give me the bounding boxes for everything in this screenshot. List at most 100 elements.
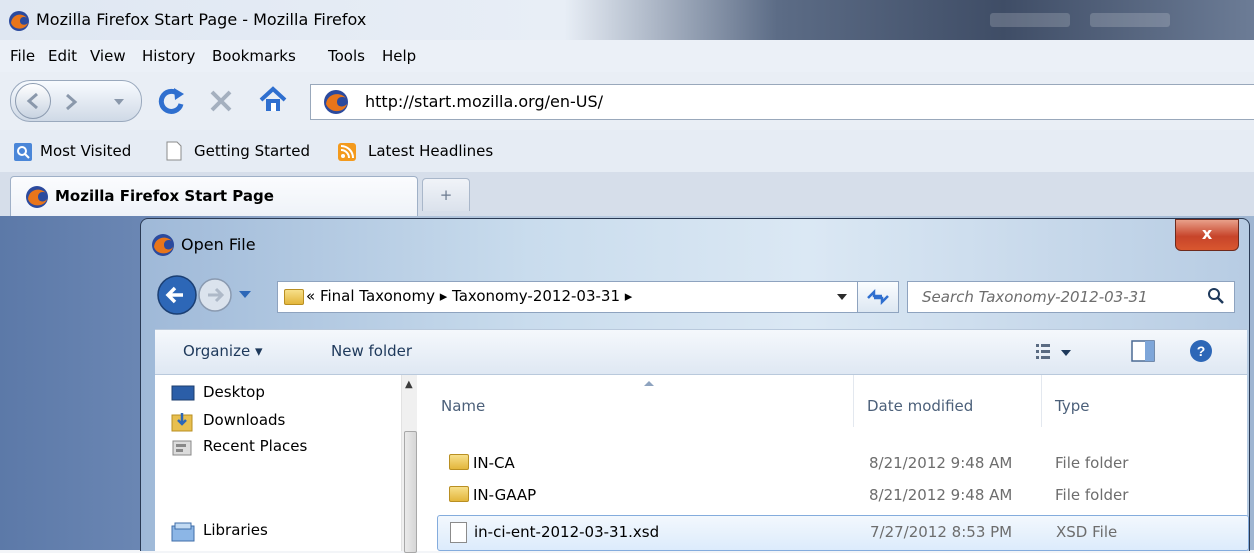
- column-header-type[interactable]: Type: [1055, 375, 1245, 427]
- file-date: 7/27/2012 8:53 PM: [870, 523, 1013, 541]
- file-type: File folder: [1055, 454, 1129, 472]
- nav-item-downloads[interactable]: Downloads: [203, 411, 285, 429]
- chevron-down-icon[interactable]: [836, 292, 848, 302]
- folder-icon: [284, 289, 304, 305]
- tab-start-page[interactable]: Mozilla Firefox Start Page: [10, 176, 418, 217]
- file-row[interactable]: IN-GAAP 8/21/2012 9:48 AM File folder: [441, 479, 1251, 513]
- back-forward-group: [10, 80, 142, 122]
- file-row[interactable]: IN-CA 8/21/2012 9:48 AM File folder: [441, 447, 1251, 481]
- menu-tools[interactable]: Tools: [328, 47, 365, 65]
- dialog-title: Open File: [181, 235, 256, 254]
- menu-bookmarks[interactable]: Bookmarks: [212, 47, 296, 65]
- menu-view[interactable]: View: [90, 47, 126, 65]
- file-date: 8/21/2012 9:48 AM: [869, 454, 1013, 472]
- folder-icon: [449, 486, 469, 502]
- tab-strip: Mozilla Firefox Start Page +: [0, 172, 1254, 217]
- breadcrumb-taxonomy-2012[interactable]: Taxonomy-2012-03-31: [452, 287, 620, 305]
- file-type: File folder: [1055, 486, 1129, 504]
- downloads-icon: [171, 413, 193, 432]
- window-caption-button[interactable]: [1090, 13, 1170, 27]
- page-icon: [166, 141, 182, 161]
- menu-bar: File Edit View History Bookmarks Tools H…: [0, 40, 1254, 72]
- window-titlebar: Mozilla Firefox Start Page - Mozilla Fir…: [0, 0, 1254, 40]
- desktop-icon: [171, 385, 195, 401]
- scroll-thumb[interactable]: [404, 431, 417, 553]
- preview-pane-icon[interactable]: [1131, 340, 1155, 362]
- breadcrumb-separator[interactable]: ▸: [440, 287, 448, 305]
- menu-help[interactable]: Help: [382, 47, 416, 65]
- refresh-arrows-icon: [867, 288, 889, 306]
- libraries-icon: [171, 522, 195, 542]
- bookmark-most-visited[interactable]: Most Visited: [40, 142, 131, 160]
- svg-text:?: ?: [1197, 343, 1206, 359]
- search-icon[interactable]: [1206, 286, 1226, 306]
- file-date: 8/21/2012 9:48 AM: [869, 486, 1013, 504]
- window-title: Mozilla Firefox Start Page - Mozilla Fir…: [36, 10, 367, 29]
- file-name: in-ci-ent-2012-03-31.xsd: [474, 523, 660, 541]
- organize-button[interactable]: Organize ▾: [183, 342, 263, 360]
- bookmark-getting-started[interactable]: Getting Started: [194, 142, 310, 160]
- column-header-date[interactable]: Date modified: [867, 375, 1027, 427]
- firefox-dialog-icon: [152, 234, 174, 256]
- file-list: Name Date modified Type IN-CA 8/21/2012 …: [417, 375, 1249, 551]
- history-dropdown-icon[interactable]: [113, 97, 125, 107]
- open-file-dialog: Open File x « Final Taxonomy ▸ Taxonomy-…: [140, 218, 1250, 553]
- new-tab-button[interactable]: +: [422, 178, 470, 211]
- address-bar[interactable]: http://start.mozilla.org/en-US/: [310, 84, 1254, 120]
- refresh-button[interactable]: [857, 281, 899, 313]
- folder-icon: [449, 454, 469, 470]
- forward-button[interactable]: [63, 93, 79, 111]
- firefox-tab-icon: [26, 186, 48, 208]
- breadcrumb-final-taxonomy[interactable]: Final Taxonomy: [320, 287, 435, 305]
- back-arrow-icon: [26, 92, 38, 110]
- close-button[interactable]: x: [1175, 219, 1239, 251]
- nav-item-desktop[interactable]: Desktop: [203, 383, 265, 401]
- dialog-address-bar[interactable]: « Final Taxonomy ▸ Taxonomy-2012-03-31 ▸: [277, 281, 885, 313]
- tab-title: Mozilla Firefox Start Page: [55, 187, 274, 205]
- firefox-logo-icon: [9, 11, 29, 31]
- file-type: XSD File: [1056, 523, 1118, 541]
- home-button[interactable]: [258, 86, 288, 114]
- dialog-back-forward-icon: [157, 275, 251, 315]
- column-name-label: Name: [441, 397, 486, 415]
- url-text[interactable]: http://start.mozilla.org/en-US/: [365, 92, 603, 111]
- column-divider[interactable]: [853, 375, 854, 427]
- column-divider[interactable]: [1041, 375, 1042, 427]
- breadcrumb: « Final Taxonomy ▸ Taxonomy-2012-03-31 ▸: [306, 287, 632, 305]
- column-type-label: Type: [1055, 397, 1090, 415]
- column-date-label: Date modified: [867, 397, 974, 415]
- file-name: IN-CA: [473, 454, 515, 472]
- command-bar: Organize ▾ New folder ?: [155, 329, 1247, 375]
- most-visited-icon: [14, 143, 32, 161]
- search-placeholder[interactable]: Search Taxonomy-2012-03-31: [922, 288, 1148, 306]
- window-caption-button[interactable]: [990, 13, 1070, 27]
- breadcrumb-prefix[interactable]: «: [306, 287, 315, 305]
- file-name: IN-GAAP: [473, 486, 537, 504]
- help-icon[interactable]: ?: [1189, 339, 1213, 363]
- nav-scrollbar[interactable]: ▲: [401, 375, 418, 553]
- view-options-icon[interactable]: [1035, 342, 1075, 362]
- breadcrumb-separator[interactable]: ▸: [625, 287, 633, 305]
- bookmark-latest-headlines[interactable]: Latest Headlines: [368, 142, 493, 160]
- nav-item-recent-places[interactable]: Recent Places: [203, 437, 307, 455]
- back-button[interactable]: [15, 83, 51, 119]
- stop-button[interactable]: [208, 88, 234, 114]
- menu-history[interactable]: History: [142, 47, 195, 65]
- menu-edit[interactable]: Edit: [48, 47, 77, 65]
- file-row-selected[interactable]: in-ci-ent-2012-03-31.xsd 7/27/2012 8:53 …: [437, 515, 1249, 551]
- rss-icon: [338, 143, 356, 161]
- menu-file[interactable]: File: [10, 47, 35, 65]
- sort-ascending-icon: [644, 381, 654, 386]
- reload-button[interactable]: [156, 86, 186, 116]
- new-folder-button[interactable]: New folder: [331, 342, 412, 360]
- recent-places-icon: [172, 440, 192, 456]
- nav-item-libraries[interactable]: Libraries: [203, 521, 268, 539]
- scroll-up-icon[interactable]: ▲: [405, 379, 413, 390]
- column-header-name[interactable]: Name: [441, 375, 853, 427]
- search-box[interactable]: Search Taxonomy-2012-03-31: [907, 281, 1235, 313]
- file-icon: [450, 522, 467, 543]
- navigation-toolbar: http://start.mozilla.org/en-US/: [0, 72, 1254, 130]
- navigation-pane: Desktop Downloads Recent Places Librarie…: [155, 375, 418, 553]
- dialog-nav-buttons: [155, 273, 275, 321]
- bookmarks-toolbar: Most Visited Getting Started Latest Head…: [0, 130, 1254, 172]
